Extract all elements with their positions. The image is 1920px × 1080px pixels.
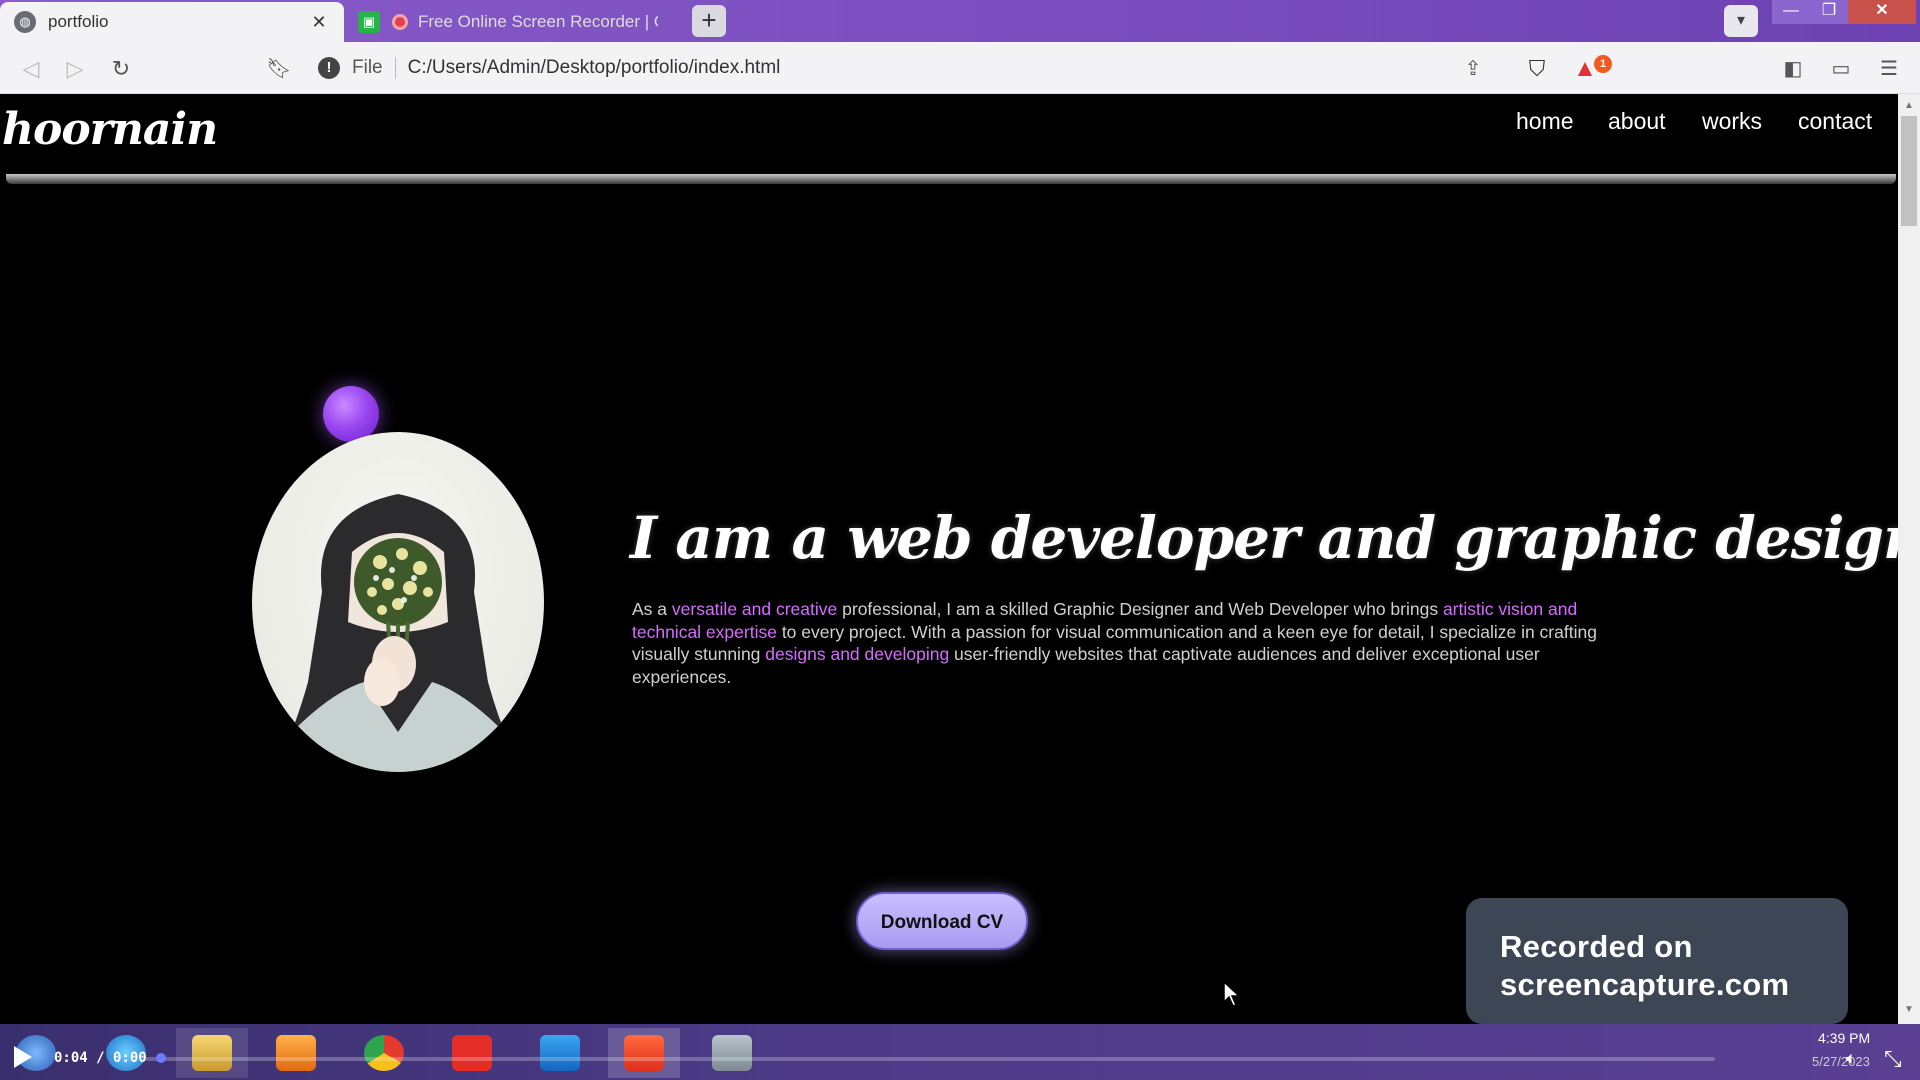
site-logo[interactable]: hoornain — [2, 104, 218, 155]
taskbar-app-notes[interactable] — [696, 1028, 768, 1078]
taskbar-app-vscode[interactable] — [524, 1028, 596, 1078]
tab-portfolio[interactable]: ◍ portfolio ✕ — [0, 2, 344, 42]
taskbar-app-chrome[interactable] — [348, 1028, 420, 1078]
window-close-button[interactable]: ✕ — [1848, 0, 1916, 24]
nav-home-link[interactable]: home — [1516, 108, 1574, 135]
forward-icon[interactable]: ▷ — [60, 54, 90, 84]
close-icon[interactable]: ✕ — [308, 12, 330, 33]
volume-icon[interactable]: 🔈︎ — [1846, 1048, 1857, 1069]
navbar-shadow — [6, 174, 1896, 184]
notification-badge: 1 — [1594, 55, 1612, 73]
wallet-icon[interactable]: ▭ — [1826, 54, 1856, 84]
nav-about-link[interactable]: about — [1608, 108, 1666, 135]
nav-contact-link[interactable]: contact — [1798, 108, 1872, 135]
tab-title: portfolio — [48, 12, 109, 31]
minimize-button[interactable]: — — [1772, 0, 1810, 24]
scroll-up-icon[interactable]: ▲ — [1902, 100, 1916, 111]
play-icon[interactable] — [14, 1046, 32, 1068]
watermark-line-2: screencapture.com — [1500, 967, 1790, 1002]
recording-watermark: Recorded on screencapture.com — [1466, 898, 1848, 1024]
address-url[interactable]: C:/Users/Admin/Desktop/portfolio/index.h… — [408, 57, 781, 79]
watermark-line-1: Recorded on — [1500, 929, 1693, 964]
scrollbar-thumb[interactable] — [1901, 116, 1917, 226]
address-scheme: File — [352, 57, 396, 79]
download-cv-button[interactable]: Download CV — [856, 892, 1028, 950]
browser-toolbar: ◁ ▷ ↻ 🔖︎ ! File C:/Users/Admin/Desktop/p… — [0, 42, 1920, 94]
new-tab-button[interactable]: + — [692, 5, 726, 37]
chevron-down-icon[interactable]: ▾ — [1724, 5, 1758, 37]
tab-screen-recorder[interactable]: ▣ Free Online Screen Recorder | Onl — [344, 2, 672, 42]
profile-avatar — [252, 432, 544, 772]
site-navbar — [0, 94, 1898, 176]
page-scrollbar[interactable] — [1898, 94, 1920, 1024]
video-seek-handle[interactable] — [155, 1053, 166, 1063]
system-clock: 4:39 PM — [1818, 1030, 1871, 1046]
sidebar-icon[interactable]: ◧ — [1778, 54, 1808, 84]
highlight-versatile: versatile and creative — [671, 599, 838, 619]
taskbar-app-youtube[interactable] — [436, 1028, 508, 1078]
page-viewport: hoornain home about works contact I am a… — [0, 94, 1898, 1024]
tab-title: Free Online Screen Recorder | Onl — [418, 12, 658, 31]
scroll-down-icon[interactable]: ▼ — [1902, 1004, 1916, 1015]
taskbar-app-explorer[interactable] — [176, 1028, 248, 1078]
taskbar-app-brave[interactable] — [608, 1028, 680, 1078]
address-bar[interactable]: ! File C:/Users/Admin/Desktop/portfolio/… — [318, 48, 1518, 88]
nav-works-link[interactable]: works — [1702, 108, 1762, 135]
cursor-icon — [1223, 980, 1241, 1007]
hooded-figure-illustration — [274, 494, 522, 772]
record-icon — [392, 14, 408, 30]
reload-icon[interactable]: ↻ — [106, 54, 136, 84]
video-seek-bar[interactable] — [145, 1057, 1715, 1061]
share-icon[interactable]: ⇪ — [1458, 54, 1488, 84]
highlight-designs: designs and developing — [765, 644, 950, 664]
info-icon[interactable]: ! — [318, 57, 340, 79]
bookmark-icon[interactable]: 🔖︎ — [264, 54, 294, 84]
taskbar-app-media[interactable] — [260, 1028, 332, 1078]
system-date: 5/27/2023 — [1812, 1054, 1870, 1069]
hero-headline: I am a web developer and graphic designe… — [630, 504, 1898, 572]
back-icon[interactable]: ◁ — [16, 54, 46, 84]
screen-recorder-favicon-icon: ▣ — [358, 11, 380, 33]
maximize-button[interactable]: ❐ — [1810, 0, 1848, 24]
video-timer: 0:04 / 0:00 — [54, 1050, 147, 1066]
globe-icon: ◍ — [14, 11, 36, 33]
brave-shield-icon[interactable]: ⛉ — [1522, 54, 1552, 84]
hero-intro-paragraph: As a versatile and creative professional… — [632, 599, 1597, 687]
decorative-bubble — [323, 386, 379, 442]
menu-icon[interactable]: ☰ — [1874, 54, 1904, 84]
expand-icon[interactable]: ⤡ — [1884, 1046, 1902, 1072]
